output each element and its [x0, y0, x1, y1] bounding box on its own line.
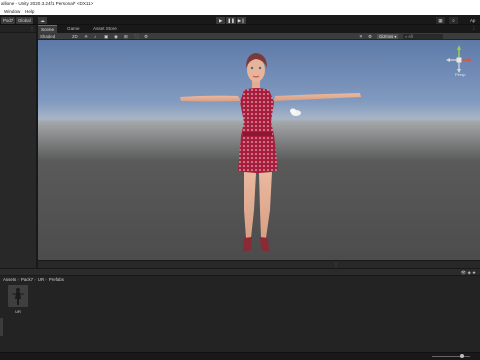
layout-label: Ap	[470, 17, 476, 23]
shading-mode-label: Shaded	[40, 34, 56, 39]
search-icon[interactable]: ⌕	[449, 16, 458, 24]
breadcrumb-prefabs[interactable]: Prefabs	[49, 277, 64, 282]
layout-dropdown[interactable]: Ap	[468, 17, 477, 24]
account-button[interactable]: Pod7	[1, 16, 16, 24]
cloud-button[interactable]: Global	[16, 16, 33, 24]
right-shoe	[260, 237, 269, 252]
audio-icon[interactable]: ♪	[94, 33, 96, 40]
effects-icon[interactable]: ▣	[104, 33, 108, 40]
settings-icon[interactable]: ⚙	[368, 33, 372, 40]
main-toolbar: Pod7 Global ☁ ▶ ❚❚ ▶❙ ▦ ⌕ Ap	[0, 15, 480, 25]
scene-toolbar: Shaded 2D ☀ ♪ ▣ ◉ ⊞ ⬛ ⚙ ✕ ⚙ Gizmos ▾ ⌕ A…	[38, 33, 480, 40]
breadcrumb: Assets› Pack7› UR› Prefabs	[3, 277, 64, 282]
lighting-icon[interactable]: ☀	[84, 33, 88, 40]
play-button[interactable]: ▶	[216, 16, 226, 24]
thumbnail-size-slider-track[interactable]	[432, 356, 470, 357]
window-title: allione - Unity 2020.3.24f1 Personal* <D…	[1, 1, 94, 6]
tab-asset-store[interactable]: Asset Store	[90, 25, 120, 33]
cloud-icon[interactable]: ☁	[38, 16, 47, 24]
dress	[238, 88, 278, 174]
step-button[interactable]: ▶❙	[236, 16, 246, 24]
panel-menu-icon-2[interactable]: ⋮	[334, 262, 338, 267]
snap-icon[interactable]: ✕	[359, 33, 363, 40]
prefab-asset-name: UR	[15, 309, 21, 314]
window-title-bar: allione - Unity 2020.3.24f1 Personal* <D…	[0, 0, 480, 8]
tab-scene-label: Scene	[41, 27, 55, 32]
menu-item-help[interactable]: Help	[25, 8, 34, 15]
dress-belt	[243, 132, 272, 136]
collab-icon[interactable]: ▦	[436, 16, 445, 24]
left-shoe	[243, 237, 252, 252]
pause-button[interactable]: ❚❚	[226, 16, 236, 24]
mode-2d-toggle[interactable]: 2D	[72, 33, 78, 40]
gizmos-label: Gizmos	[379, 34, 394, 39]
play-controls: ▶ ❚❚ ▶❙	[216, 16, 246, 24]
search-icon-small: ⌕	[405, 34, 408, 39]
project-panel: 👁 ◈ ★ Assets› Pack7› UR› Prefabs UR	[0, 268, 480, 352]
breadcrumb-assets[interactable]: Assets	[3, 277, 16, 282]
gizmos-dropdown[interactable]: Gizmos ▾	[377, 34, 399, 39]
thumbnail-size-slider-knob[interactable]	[460, 354, 464, 358]
tab-menu-icon[interactable]: ⋮	[472, 26, 476, 32]
hierarchy-panel: ⋮	[0, 25, 37, 268]
left-leg	[244, 172, 256, 238]
scene-search-input[interactable]: ⌕ All	[403, 34, 443, 39]
project-toolbar: 👁 ◈ ★	[0, 269, 480, 276]
shading-mode-dropdown[interactable]: Shaded	[40, 33, 55, 40]
scene-viewport[interactable]: Persp	[38, 40, 480, 260]
grid-icon[interactable]: ⊞	[124, 33, 128, 40]
project-toolbar-icons[interactable]: 👁 ◈ ★	[461, 270, 476, 276]
tools-icon[interactable]: ⚙	[144, 33, 148, 40]
panel-menu-icon[interactable]: ⋮	[30, 26, 34, 31]
tab-asset-store-label: Asset Store	[93, 26, 117, 31]
account-label: Pod7	[3, 17, 14, 23]
menu-item-window[interactable]: Window	[4, 8, 20, 15]
right-leg	[259, 172, 272, 238]
left-arm	[180, 95, 241, 102]
right-arm	[274, 93, 361, 101]
cloud-label: Global	[18, 17, 31, 23]
prefab-asset-tile[interactable]	[8, 285, 28, 307]
scene-search-placeholder: All	[408, 34, 413, 39]
tab-game[interactable]: Game	[64, 25, 83, 33]
prefab-thumbnail-icon	[12, 288, 24, 305]
view-mode-label[interactable]: Persp	[455, 72, 465, 77]
status-bar	[0, 352, 480, 360]
tab-scene[interactable]: Scene	[38, 25, 58, 33]
mode-2d-label: 2D	[72, 34, 78, 39]
panel-splitter[interactable]: ⋮	[38, 260, 480, 268]
character-model[interactable]	[38, 40, 480, 260]
side-panel-handle[interactable]	[0, 318, 3, 336]
breadcrumb-pack7[interactable]: Pack7	[21, 277, 33, 282]
tab-game-label: Game	[67, 26, 80, 31]
light-gizmo	[290, 108, 301, 116]
menu-bar: Window Help	[0, 8, 480, 15]
camera-icon[interactable]: ⬛	[134, 33, 139, 40]
scene-tab-bar: Scene Game Asset Store ⋮	[38, 25, 480, 33]
visibility-icon[interactable]: ◉	[114, 33, 118, 40]
